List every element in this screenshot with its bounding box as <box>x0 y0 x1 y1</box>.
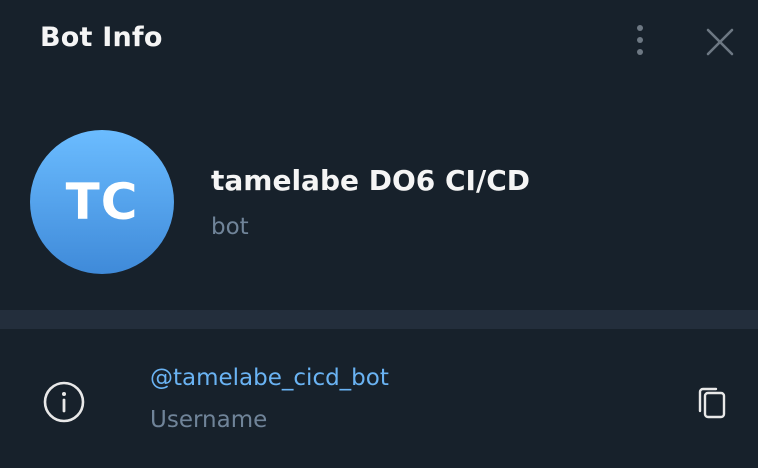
bot-profile: TC tamelabe DO6 CI/CD bot <box>0 100 758 310</box>
username-row[interactable]: @tamelabe_cicd_bot Username <box>0 329 758 468</box>
avatar-initials: TC <box>65 173 139 231</box>
avatar[interactable]: TC <box>30 130 174 274</box>
close-button[interactable] <box>700 22 740 62</box>
close-icon <box>706 28 734 56</box>
info-icon <box>42 380 86 424</box>
copy-button[interactable] <box>694 383 730 423</box>
more-options-button[interactable] <box>620 20 660 60</box>
more-vertical-icon-dot <box>637 37 643 43</box>
bot-status: bot <box>211 214 249 240</box>
bot-info-panel: Bot Info TC tamelabe DO6 CI/CD bot @tame… <box>0 0 758 468</box>
section-divider <box>0 310 758 329</box>
bot-name: tamelabe DO6 CI/CD <box>211 164 530 197</box>
more-vertical-icon <box>637 25 643 31</box>
more-vertical-icon-dot <box>637 49 643 55</box>
username-caption: Username <box>150 407 268 433</box>
panel-title: Bot Info <box>40 22 163 53</box>
username-link[interactable]: @tamelabe_cicd_bot <box>150 365 389 391</box>
copy-icon <box>698 387 726 419</box>
panel-header: Bot Info <box>0 0 758 82</box>
